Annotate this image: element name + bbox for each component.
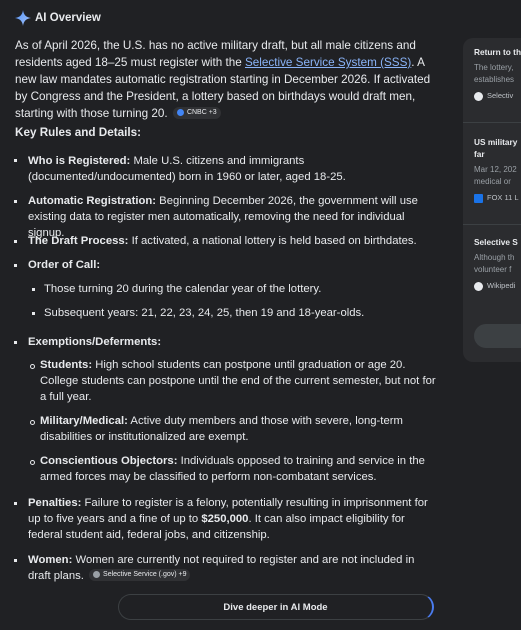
source-card-title: far bbox=[474, 149, 485, 159]
bullet-icon bbox=[30, 460, 35, 465]
source-card-snippet: establishes bbox=[474, 75, 515, 84]
fox-logo-icon bbox=[474, 193, 483, 203]
list-item-penalties: Penalties: Failure to register is a felo… bbox=[28, 495, 438, 543]
source-card-site: Wikipedi bbox=[474, 280, 518, 292]
selective-service-link[interactable]: Selective Service System (SSS) bbox=[245, 56, 411, 69]
item-label: Order of Call: bbox=[28, 259, 101, 271]
divider bbox=[463, 224, 521, 225]
list-item-registered: Who is Registered: Male U.S. citizens an… bbox=[28, 153, 428, 185]
source-card-snippet: volunteer f bbox=[474, 265, 512, 274]
bullet-icon bbox=[14, 341, 17, 344]
item-label: The Draft Process: bbox=[28, 235, 129, 247]
list-item-women: Women: Women are currently not required … bbox=[28, 552, 433, 584]
bullet-icon bbox=[14, 559, 17, 562]
bullet-icon bbox=[14, 159, 17, 162]
wikipedia-logo-icon bbox=[474, 281, 483, 291]
dive-deeper-label: Dive deeper in AI Mode bbox=[223, 601, 328, 613]
source-chip-label: Selective Service (.gov) +9 bbox=[103, 570, 187, 578]
source-card-title: Selective S bbox=[474, 237, 518, 247]
dive-deeper-ai-mode-button[interactable]: Dive deeper in AI Mode bbox=[118, 594, 434, 620]
source-card-title: US military bbox=[474, 137, 518, 147]
source-card-site-label: Wikipedi bbox=[487, 281, 516, 290]
source-card-snippet: Although th bbox=[474, 253, 515, 262]
selective-service-logo-icon bbox=[93, 571, 101, 578]
item-text: If activated, a national lottery is held… bbox=[128, 235, 417, 247]
source-chip-label: CNBC +3 bbox=[186, 109, 217, 116]
bullet-icon bbox=[30, 420, 35, 425]
bullet-icon bbox=[14, 502, 17, 505]
site-favicon-icon bbox=[474, 91, 483, 101]
key-rules-heading: Key Rules and Details: bbox=[15, 126, 142, 139]
list-item-military-medical: Military/Medical: Active duty members an… bbox=[40, 413, 420, 445]
source-card-site-label: Selectiv bbox=[487, 91, 514, 100]
list-item-order-of-call: Order of Call: bbox=[28, 257, 100, 273]
item-label: Students: bbox=[40, 359, 93, 371]
source-card-title: Return to th bbox=[474, 47, 521, 57]
source-card-snippet: medical or bbox=[474, 177, 511, 186]
item-label: Who is Registered: bbox=[28, 155, 131, 167]
fine-amount: $250,000 bbox=[201, 513, 249, 525]
source-card-snippet: Mar 12, 202 bbox=[474, 165, 517, 174]
item-text: Women are currently not required to regi… bbox=[28, 554, 415, 582]
item-label: Conscientious Objectors: bbox=[40, 455, 178, 467]
ai-overview-title: AI Overview bbox=[35, 12, 101, 24]
source-card-site-label: FOX 11 L bbox=[487, 193, 519, 202]
source-card-snippet: The lottery, bbox=[474, 63, 514, 72]
source-card-1[interactable]: Return to th The lottery, establishes Se… bbox=[474, 46, 521, 102]
list-item-students: Students: High school students can postp… bbox=[40, 357, 440, 405]
sparkle-icon bbox=[15, 10, 31, 26]
item-label: Exemptions/Deferments: bbox=[28, 336, 162, 348]
source-card-3[interactable]: Selective S Although th volunteer f Wiki… bbox=[474, 236, 518, 292]
item-label: Military/Medical: bbox=[40, 415, 128, 427]
source-card-site: Selectiv bbox=[474, 90, 521, 102]
item-text: High school students can postpone until … bbox=[40, 359, 436, 403]
source-card-site: FOX 11 L bbox=[474, 192, 519, 204]
ai-overview-header: AI Overview bbox=[15, 10, 101, 26]
bullet-icon bbox=[14, 264, 17, 267]
source-chip-cnbc[interactable]: CNBC +3 bbox=[172, 106, 221, 119]
cnbc-logo-icon bbox=[176, 109, 184, 116]
item-label: Automatic Registration: bbox=[28, 195, 157, 207]
bullet-icon bbox=[32, 288, 35, 291]
bullet-icon bbox=[14, 240, 17, 243]
source-chip-selective-service[interactable]: Selective Service (.gov) +9 bbox=[89, 568, 191, 581]
show-all-sources-button[interactable] bbox=[474, 324, 521, 348]
list-item-draft-process: The Draft Process: If activated, a natio… bbox=[28, 233, 448, 249]
sources-panel: Return to th The lottery, establishes Se… bbox=[463, 38, 521, 362]
item-label: Penalties: bbox=[28, 497, 82, 509]
divider bbox=[463, 122, 521, 123]
source-card-2[interactable]: US military far Mar 12, 202 medical or F… bbox=[474, 136, 519, 204]
bullet-icon bbox=[30, 364, 35, 369]
intro-paragraph: As of April 2026, the U.S. has no active… bbox=[15, 37, 445, 122]
list-item-conscientious-objectors: Conscientious Objectors: Individuals opp… bbox=[40, 453, 425, 485]
bullet-icon bbox=[32, 312, 35, 315]
bullet-icon bbox=[14, 200, 17, 203]
item-label: Women: bbox=[28, 554, 73, 566]
list-item-exemptions: Exemptions/Deferments: bbox=[28, 334, 161, 350]
list-item-order-sub-2: Subsequent years: 21, 22, 23, 24, 25, th… bbox=[44, 307, 365, 319]
list-item-order-sub-1: Those turning 20 during the calendar yea… bbox=[44, 283, 322, 295]
